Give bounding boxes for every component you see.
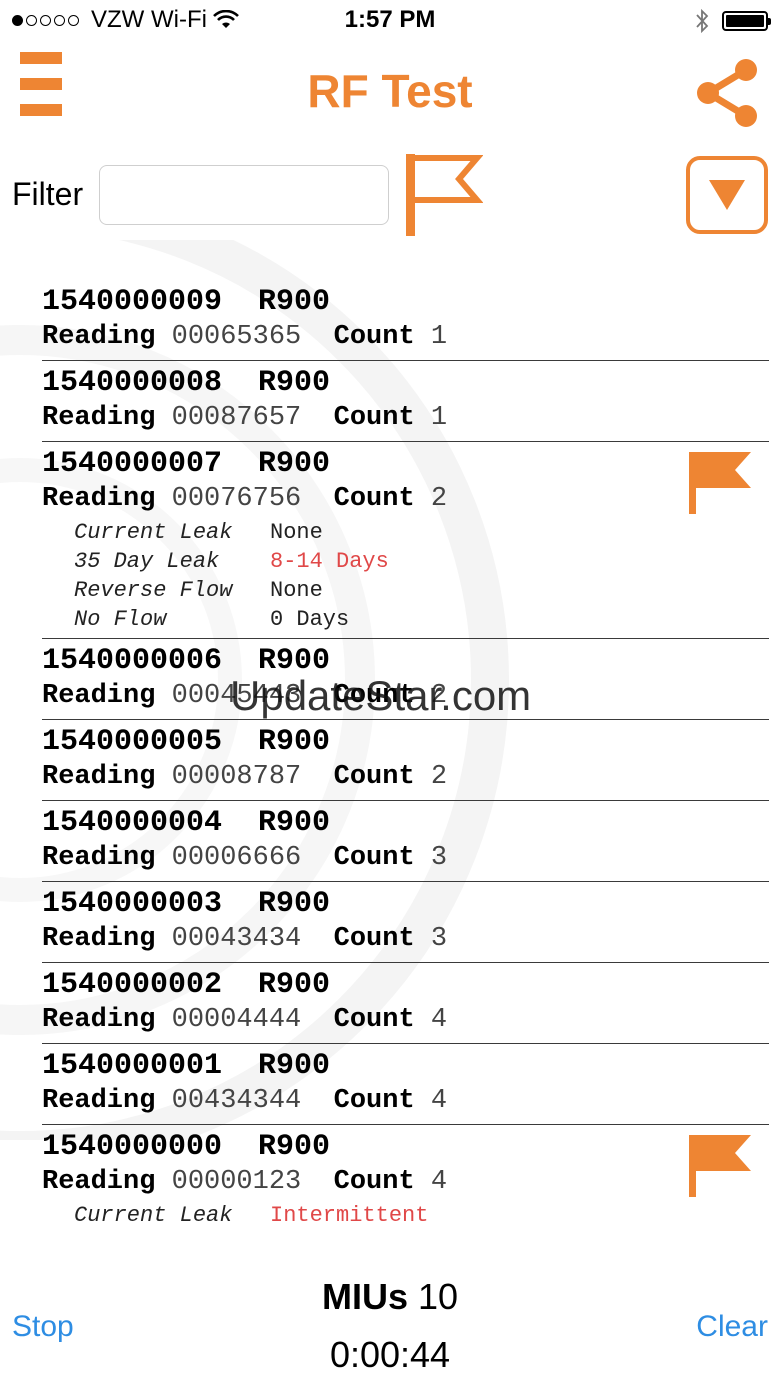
watermark-text: UpdateStar.com [230, 672, 532, 719]
miu-list: 1540000009 R900 Reading 00065365 Count 1… [42, 280, 769, 1234]
miu-count: MIUs 10 [321, 1276, 459, 1317]
flag-filter-icon[interactable] [403, 152, 483, 238]
battery-icon [722, 11, 771, 31]
list-item[interactable]: 1540000000 R900 Reading 00000123 Count 4… [42, 1125, 769, 1234]
list-item[interactable]: 1540000008 R900 Reading 00087657 Count 1 [42, 361, 769, 442]
list-item[interactable]: 1540000002 R900 Reading 00004444 Count 4 [42, 963, 769, 1044]
status-bar: VZW Wi-Fi 1:57 PM [0, 0, 780, 42]
list-item[interactable]: 1540000001 R900 Reading 00434344 Count 4 [42, 1044, 769, 1125]
list-item[interactable]: 1540000004 R900 Reading 00006666 Count 3 [42, 801, 769, 882]
clear-button[interactable]: Clear [696, 1310, 768, 1344]
dropdown-button[interactable] [686, 156, 768, 234]
filter-input[interactable] [99, 165, 389, 225]
filter-label: Filter [12, 176, 84, 212]
page-title: RF Test [307, 65, 473, 117]
list-item[interactable]: 1540000007 R900 Reading 00076756 Count 2… [42, 442, 769, 639]
elapsed-timer: 0:00:44 [329, 1334, 451, 1375]
list-item[interactable]: 1540000005 R900 Reading 00008787 Count 2 [42, 720, 769, 801]
meter-details: Current Leak Intermittent [74, 1203, 429, 1228]
flag-icon [689, 1135, 751, 1197]
share-icon[interactable] [694, 58, 760, 128]
flag-icon [689, 452, 751, 514]
list-item[interactable]: 1540000009 R900 Reading 00065365 Count 1 [42, 280, 769, 361]
status-time: 1:57 PM [344, 6, 436, 33]
meter-details: Current Leak None 35 Day Leak 8-14 Days Re… [74, 520, 389, 632]
triangle-down-icon [709, 180, 745, 210]
list-item[interactable]: 1540000003 R900 Reading 00043434 Count 3 [42, 882, 769, 963]
bluetooth-icon [696, 8, 709, 34]
